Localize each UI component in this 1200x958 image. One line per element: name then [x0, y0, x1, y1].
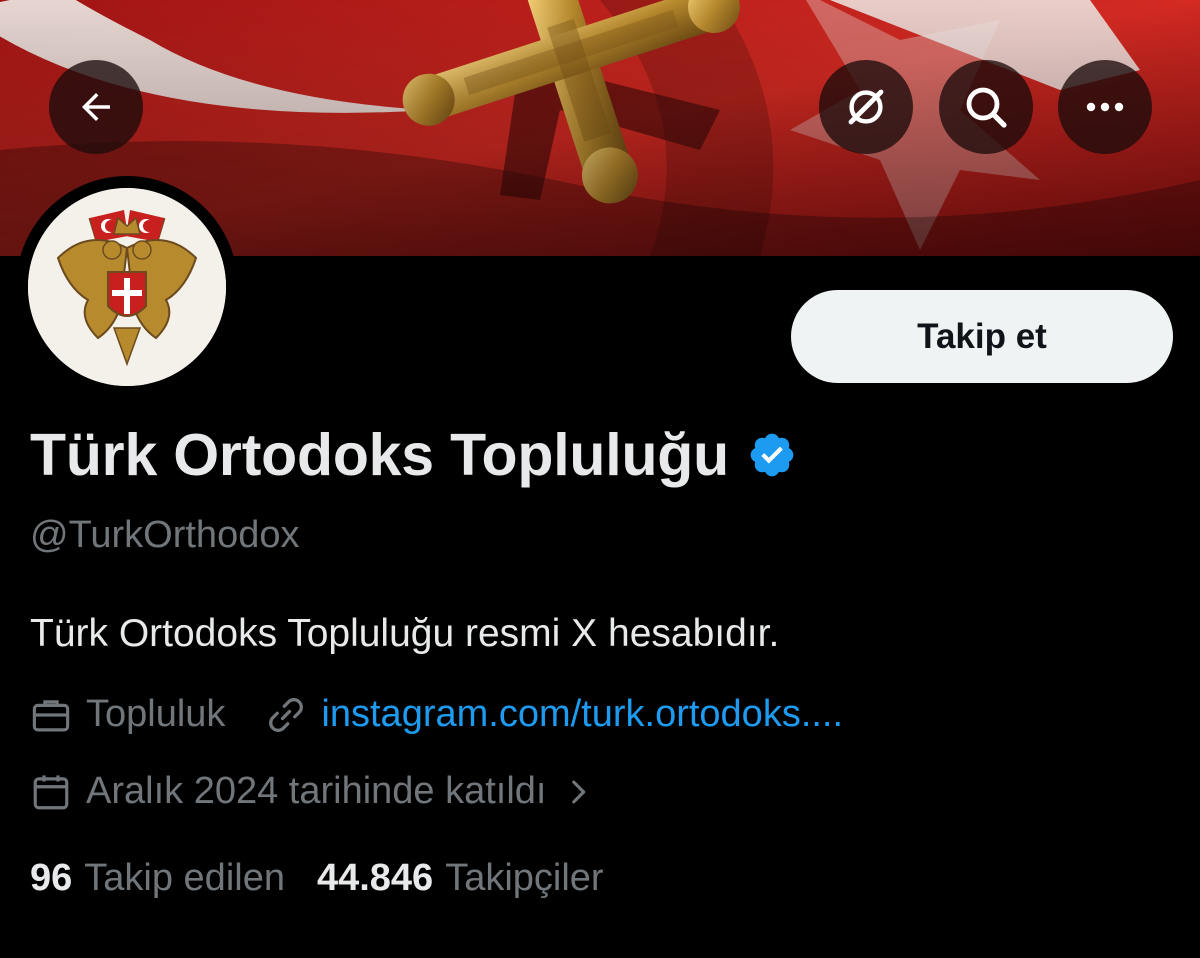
grok-button[interactable]	[819, 60, 913, 154]
double-headed-eagle-emblem-icon	[28, 188, 226, 386]
following-stat[interactable]: 96 Takip edilen	[30, 857, 285, 900]
display-name: Türk Ortodoks Topluluğu	[30, 422, 729, 488]
follow-stats: 96 Takip edilen 44.846 Takipçiler	[30, 857, 604, 900]
search-icon	[966, 87, 1007, 128]
calendar-icon	[33, 774, 69, 809]
website-link[interactable]: instagram.com/turk.ortodoks....	[321, 693, 843, 736]
link-icon	[269, 697, 304, 732]
following-count: 96	[30, 857, 73, 899]
following-label: Takip edilen	[84, 857, 285, 899]
handle: @TurkOrthodox	[30, 514, 300, 556]
more-horizontal-icon	[1086, 102, 1124, 112]
joined-date: Aralık 2024 tarihinde katıldı	[86, 770, 547, 812]
back-button[interactable]	[49, 60, 143, 154]
follow-button[interactable]: Takip et	[791, 290, 1173, 383]
more-options-button[interactable]	[1058, 60, 1152, 154]
category-item: Topluluk	[30, 693, 225, 736]
followers-label: Takipçiler	[445, 857, 604, 899]
profile-page: Takip et Türk Ortodoks Topluluğu @TurkOr…	[0, 0, 1200, 958]
briefcase-icon	[32, 699, 70, 731]
joined-row[interactable]: Aralık 2024 tarihinde katıldı	[30, 770, 595, 813]
joined-item[interactable]: Aralık 2024 tarihinde katıldı	[30, 770, 595, 813]
followers-count: 44.846	[316, 857, 434, 899]
profile-meta-row: Topluluk instagram.com/turk.ortodoks....	[30, 693, 843, 736]
category-label: Topluluk	[86, 693, 226, 735]
followers-stat[interactable]: 44.846 Takipçiler	[317, 857, 604, 900]
bio: Türk Ortodoks Topluluğu resmi X hesabıdı…	[30, 612, 780, 655]
chevron-right-icon	[571, 780, 585, 803]
verified-badge-icon[interactable]	[747, 430, 797, 480]
search-button[interactable]	[939, 60, 1033, 154]
website-item[interactable]: instagram.com/turk.ortodoks....	[265, 693, 843, 736]
grok-icon	[848, 89, 884, 125]
avatar[interactable]	[28, 188, 226, 386]
arrow-left-icon	[82, 93, 110, 121]
display-name-row: Türk Ortodoks Topluluğu	[30, 421, 797, 489]
